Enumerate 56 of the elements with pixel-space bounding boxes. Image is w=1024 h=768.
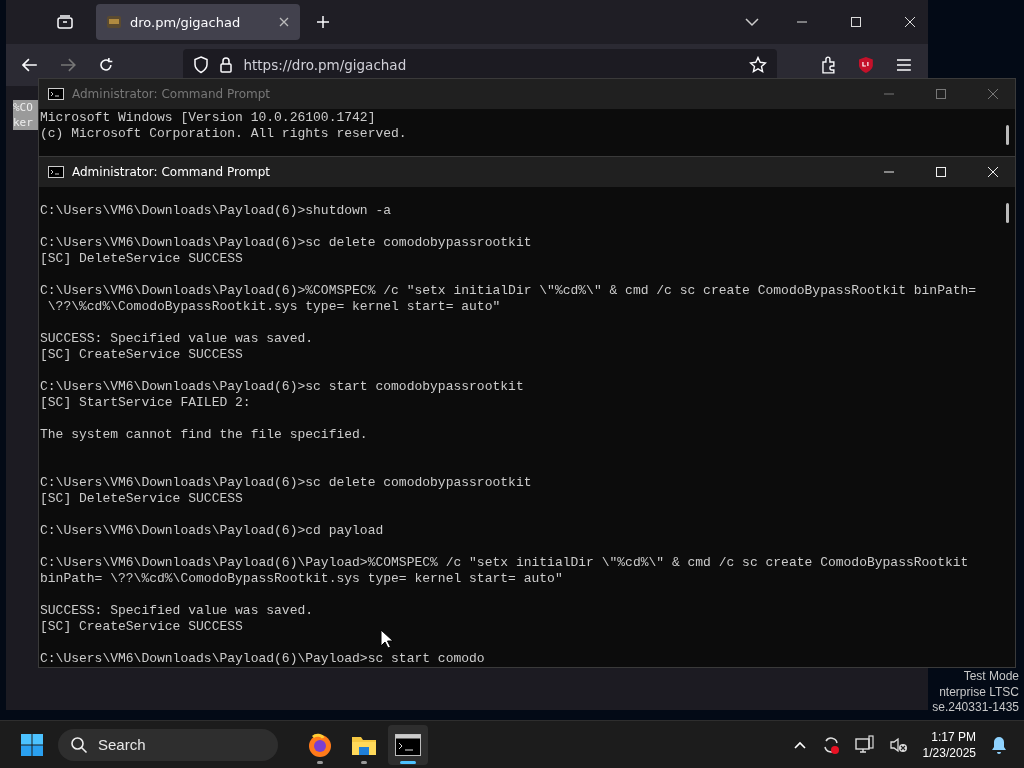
tab-list-icon[interactable] bbox=[56, 14, 74, 30]
mouse-pointer-icon bbox=[380, 629, 394, 649]
console-line: C:\Users\VM6\Downloads\Payload(6)>sc delete comodobypassrootkit bbox=[40, 235, 533, 251]
console-line: SUCCESS: Specified value was saved. bbox=[40, 331, 315, 347]
console-line: C:\Users\VM6\Downloads\Payload(6)>cd payload bbox=[40, 523, 385, 539]
console-line: [SC] StartService FAILED 2: bbox=[40, 395, 252, 411]
selected-text: ker bbox=[13, 115, 38, 130]
bell-icon[interactable] bbox=[990, 734, 1008, 755]
reload-icon[interactable] bbox=[97, 57, 114, 73]
console-icon bbox=[48, 88, 64, 100]
console-icon bbox=[395, 733, 421, 756]
console-line: [SC] CreateService SUCCESS bbox=[40, 347, 244, 363]
window-title: Administrator: Command Prompt bbox=[72, 87, 270, 101]
console-line: C:\Users\VM6\Downloads\Payload(6)>sc start comodobypassrootkit bbox=[40, 379, 525, 395]
shield-icon bbox=[193, 56, 210, 74]
console-line: Microsoft Windows [Version 10.0.26100.1742] bbox=[40, 110, 377, 126]
console-line: The system cannot find the file specified. bbox=[40, 427, 369, 443]
star-icon[interactable] bbox=[748, 56, 767, 74]
console-line: binPath= \??\%cd%\ComodoBypassRootkit.sys type= kernel start= auto" bbox=[40, 571, 564, 587]
start-icon[interactable] bbox=[20, 732, 44, 757]
network-icon[interactable] bbox=[854, 734, 875, 755]
console-line: \??\%cd%\ComodoBypassRootkit.sys type= kernel start= auto" bbox=[46, 299, 502, 315]
console-line: [SC] DeleteService SUCCESS bbox=[40, 491, 244, 507]
clock-date[interactable]: 1/23/2025 bbox=[922, 744, 976, 761]
console-line: [SC] CreateService SUCCESS bbox=[40, 619, 244, 635]
console-line: (c) Microsoft Corporation. All rights reserved. bbox=[40, 126, 408, 142]
window-title: Administrator: Command Prompt bbox=[72, 165, 270, 179]
desktop-notice-text: Test Mode bbox=[963, 669, 1019, 685]
selected-text: %CO bbox=[13, 100, 38, 115]
console-line: [SC] DeleteService SUCCESS bbox=[40, 251, 244, 267]
new-tab-icon[interactable] bbox=[316, 15, 330, 29]
clock-time[interactable]: 1:17 PM bbox=[931, 728, 976, 745]
console-line: C:\Users\VM6\Downloads\Payload(6)>sc delete comodobypassrootkit bbox=[40, 475, 533, 491]
console-line: C:\Users\VM6\Downloads\Payload(6)\Payload>sc start comodo bbox=[40, 651, 486, 667]
console-app-button[interactable] bbox=[388, 724, 428, 765]
forward-icon[interactable] bbox=[59, 58, 76, 72]
desktop-notice-text: nterprise LTSC bbox=[939, 684, 1019, 700]
address-bar[interactable]: https://dro.pm/gigachad bbox=[183, 49, 777, 81]
lock-icon bbox=[219, 56, 234, 74]
chevron-up-icon[interactable] bbox=[792, 739, 807, 750]
close-tab-icon[interactable] bbox=[278, 16, 290, 28]
search-field[interactable]: Search bbox=[58, 728, 278, 761]
puzzle-icon[interactable] bbox=[820, 56, 837, 74]
console-icon bbox=[48, 166, 64, 178]
console-line: C:\Users\VM6\Downloads\Payload(6)>shutdown -a bbox=[40, 203, 393, 219]
chevron-down-icon[interactable] bbox=[744, 17, 760, 27]
favicon-icon bbox=[106, 14, 122, 30]
console-line: C:\Users\VM6\Downloads\Payload(6)\Payload>%COMSPEC% /c "setx initialDir \"%cd%\" & cmd /c sc create ComodoBypassRootkit bbox=[40, 555, 970, 571]
search-icon bbox=[70, 735, 88, 754]
console-line: C:\Users\VM6\Downloads\Payload(6)>%COMSPEC% /c "setx initialDir \"%cd%\" & cmd /c sc create ComodoBypassRootkit binPath= bbox=[40, 283, 978, 299]
back-icon[interactable] bbox=[22, 58, 38, 72]
menu-icon[interactable] bbox=[896, 58, 912, 72]
console-line: SUCCESS: Specified value was saved. bbox=[40, 603, 315, 619]
browser-tab[interactable]: dro.pm/gigachad bbox=[96, 4, 300, 40]
desktop-notice-text: se.240331-1435 bbox=[932, 700, 1019, 716]
shield-badge-icon[interactable] bbox=[858, 56, 875, 74]
